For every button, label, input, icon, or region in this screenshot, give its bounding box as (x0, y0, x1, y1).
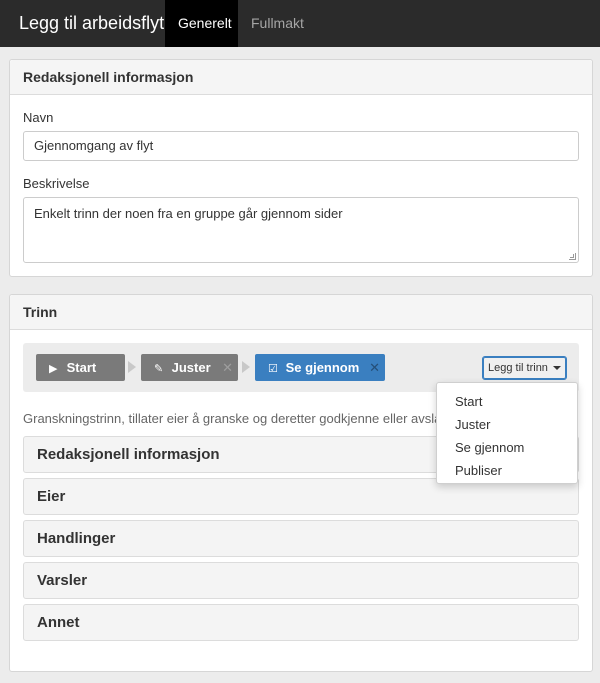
play-icon: ▶ (49, 363, 58, 375)
step-adjust-label: Juster (171, 360, 211, 375)
description-label: Beskrivelse (23, 176, 90, 191)
remove-adjust-icon[interactable]: ✕ (222, 354, 233, 381)
name-input[interactable]: Gjennomgang av flyt (23, 131, 579, 161)
dropdown-item-adjust[interactable]: Juster (437, 413, 577, 436)
remove-review-icon[interactable]: ✕ (369, 354, 380, 381)
check-square-icon: ☑ (268, 363, 278, 375)
step-start-label: Start (66, 360, 97, 375)
arrow-right-icon (128, 361, 136, 373)
add-step-dropdown: Start Juster Se gjennom Publiser (436, 382, 578, 484)
step-review[interactable]: ☑ Se gjennom ✕ (255, 354, 385, 381)
description-textarea[interactable]: Enkelt trinn der noen fra en gruppe går … (23, 197, 579, 263)
editorial-info-heading: Redaksjonell informasjon (10, 60, 592, 95)
step-adjust[interactable]: ✎ Juster ✕ (141, 354, 238, 381)
step-review-label: Se gjennom (285, 360, 360, 375)
add-step-label: Legg til trinn (488, 362, 548, 374)
section-actions[interactable]: Handlinger (23, 520, 579, 557)
section-notifications[interactable]: Varsler (23, 562, 579, 599)
step-description: Granskningstrinn, tillater eier å gransk… (23, 411, 459, 426)
dropdown-item-start[interactable]: Start (437, 390, 577, 413)
dropdown-item-publish[interactable]: Publiser (437, 459, 577, 482)
add-step-button[interactable]: Legg til trinn (482, 356, 567, 380)
page-title: Legg til arbeidsflyt (19, 13, 165, 33)
resize-handle-icon[interactable] (569, 253, 576, 260)
dropdown-item-review[interactable]: Se gjennom (437, 436, 577, 459)
caret-down-icon (553, 366, 561, 371)
editorial-info-panel: Redaksjonell informasjon Navn Gjennomgan… (9, 59, 593, 277)
tab-general[interactable]: Generelt (165, 0, 238, 47)
description-text: Enkelt trinn der noen fra en gruppe går … (34, 206, 343, 221)
section-other[interactable]: Annet (23, 604, 579, 641)
steps-heading: Trinn (10, 295, 592, 330)
top-bar: Legg til arbeidsflyt Generelt Fullmakt (0, 0, 600, 47)
step-start[interactable]: ▶ Start (36, 354, 125, 381)
edit-icon: ✎ (154, 363, 164, 375)
arrow-right-icon (242, 361, 250, 373)
tab-proxy[interactable]: Fullmakt (238, 0, 317, 47)
name-label: Navn (23, 110, 54, 125)
